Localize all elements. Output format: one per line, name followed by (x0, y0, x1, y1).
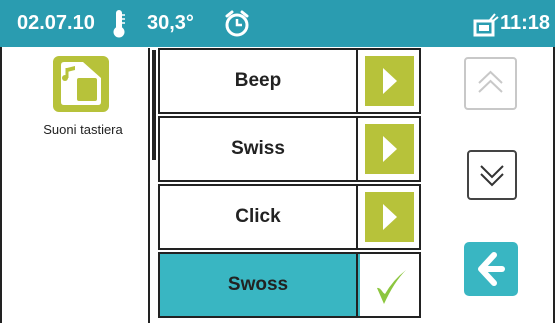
status-bar: 02.07.10 30,3° 11:18 (0, 0, 555, 47)
list-item-swoss[interactable]: Swoss (158, 252, 421, 318)
list-item-label: Swoss (160, 254, 358, 316)
arrow-left-icon (478, 252, 505, 286)
list-item-label: Click (160, 186, 358, 248)
chevron-down-icon (480, 165, 504, 187)
selected-indicator (360, 254, 419, 316)
app-label: Suoni tastiera (43, 122, 123, 137)
date-label: 02.07.10 (17, 12, 95, 34)
sound-list: Beep Swiss Click Swoss (158, 48, 421, 323)
checkmark-icon (377, 270, 406, 304)
list-item-beep[interactable]: Beep (158, 48, 421, 114)
play-icon (383, 68, 397, 94)
time-label: 11:18 (500, 12, 551, 34)
scroll-down-button[interactable] (467, 150, 517, 200)
scroll-up-button[interactable] (464, 57, 517, 110)
play-button[interactable] (365, 56, 414, 106)
list-item-swiss[interactable]: Swiss (158, 116, 421, 182)
scrollbar-thumb[interactable] (152, 50, 156, 160)
play-button[interactable] (365, 192, 414, 242)
temperature-label: 30,3° (147, 12, 194, 34)
list-item-click[interactable]: Click (158, 184, 421, 250)
back-button[interactable] (464, 242, 518, 296)
list-item-label: Beep (160, 50, 358, 112)
keyboard-sounds-app-tile[interactable] (53, 56, 109, 112)
play-button[interactable] (365, 124, 414, 174)
chevron-up-icon (478, 70, 503, 93)
alarm-clock-icon (225, 10, 249, 37)
play-icon (383, 136, 397, 162)
thermometer-icon (113, 10, 125, 38)
play-icon (383, 204, 397, 230)
list-item-label: Swiss (160, 118, 358, 180)
music-note-icon (61, 62, 101, 105)
message-icon (473, 13, 499, 37)
